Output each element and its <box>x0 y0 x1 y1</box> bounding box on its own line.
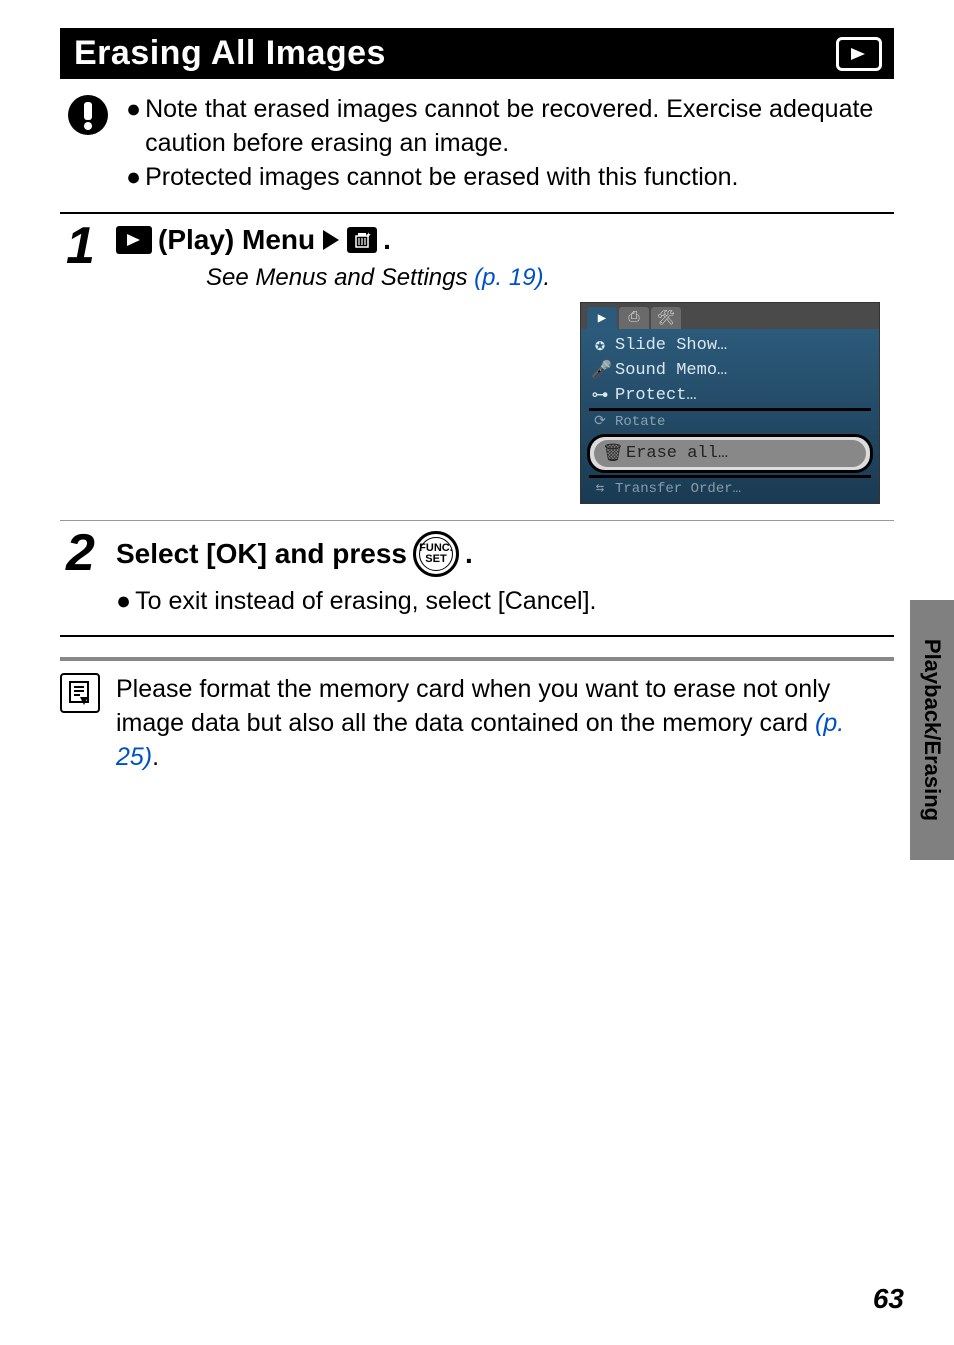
step-bullet: ● To exit instead of erasing, select [Ca… <box>116 585 890 619</box>
warning-text: Protected images cannot be erased with t… <box>145 161 738 195</box>
step-heading-suffix: . <box>383 224 391 256</box>
arrow-right-icon <box>323 230 339 250</box>
step-heading-text: (Play) Menu <box>158 224 315 256</box>
camera-menu-screenshot: ▶ ⎙ 🛠 ✪ Slide Show… 🎤 Sound Memo… ⊶ Protect… <box>580 302 880 504</box>
menu-tabs: ▶ ⎙ 🛠 <box>581 303 879 329</box>
bullet-icon: ● <box>126 161 141 195</box>
menu-item: 🎤 Sound Memo… <box>581 358 879 383</box>
slideshow-icon: ✪ <box>591 335 609 356</box>
page-number: 63 <box>873 1283 904 1315</box>
menu-item-label: Rotate <box>615 414 665 430</box>
erase-icon: 🗑 <box>602 443 620 464</box>
func-label-bottom: SET <box>425 554 446 565</box>
menu-item: ⟳ Rotate <box>581 411 879 432</box>
side-tab-label: Playback/Erasing <box>919 639 945 821</box>
note-text-a: Please format the memory card when you w… <box>116 675 830 737</box>
step-heading-suffix: . <box>465 538 473 570</box>
bullet-icon: ● <box>116 585 131 619</box>
func-set-button-icon: FUNC. SET <box>413 531 459 577</box>
warning-item: ● Protected images cannot be erased with… <box>126 161 894 195</box>
erase-all-icon: ✦ <box>347 227 377 253</box>
steps-table: 1 (Play) Menu ✦ <box>60 212 894 637</box>
menu-item: ✪ Slide Show… <box>581 333 879 358</box>
step-heading: (Play) Menu ✦ . <box>116 224 890 256</box>
menu-item-label: Transfer Order… <box>615 481 741 497</box>
warning-block: ● Note that erased images cannot be reco… <box>66 93 894 194</box>
menu-item-label: Erase all… <box>626 444 728 463</box>
transfer-icon: ⇆ <box>591 480 609 497</box>
warning-icon <box>66 93 110 137</box>
rotate-icon: ⟳ <box>591 413 609 430</box>
menu-item: ⊶ Protect… <box>581 383 879 408</box>
playback-mode-icon <box>836 37 882 71</box>
tab-tools-icon: 🛠 <box>651 307 681 329</box>
warning-item: ● Note that erased images cannot be reco… <box>126 93 894 161</box>
menu-item-label: Protect… <box>615 386 697 405</box>
menu-item: ⇆ Transfer Order… <box>581 478 879 499</box>
tab-play-icon: ▶ <box>587 307 617 329</box>
sound-memo-icon: 🎤 <box>591 360 609 381</box>
step-heading-text: Select [OK] and press <box>116 538 407 570</box>
warning-text: Note that erased images cannot be recove… <box>145 93 894 161</box>
section-title: Erasing All Images <box>74 34 386 73</box>
tab-print-icon: ⎙ <box>619 307 649 329</box>
note-block: Please format the memory card when you w… <box>60 657 894 774</box>
note-text-b: . <box>152 743 159 771</box>
step-subtext: See Menus and Settings (p. 19). <box>206 264 890 292</box>
page-ref-link[interactable]: (p. 19) <box>474 264 543 291</box>
play-menu-icon <box>116 226 152 254</box>
menu-item-highlighted: 🗑 Erase all… <box>587 434 873 473</box>
step-sub-suffix: . <box>544 264 551 291</box>
note-text: Please format the memory card when you w… <box>116 673 894 774</box>
menu-item-label: Slide Show… <box>615 336 727 355</box>
step-row: 1 (Play) Menu ✦ <box>60 214 894 520</box>
step-heading: Select [OK] and press FUNC. SET . <box>116 531 890 577</box>
step-bullet-text: To exit instead of erasing, select [Canc… <box>135 585 596 619</box>
step-number: 1 <box>60 214 116 520</box>
section-title-bar: Erasing All Images <box>60 28 894 79</box>
step-row: 2 Select [OK] and press FUNC. SET . ● To… <box>60 520 894 635</box>
bullet-icon: ● <box>126 93 141 161</box>
side-section-tab: Playback/Erasing <box>910 600 954 860</box>
step-sub-prefix: See Menus and Settings <box>206 264 474 291</box>
menu-item-label: Sound Memo… <box>615 361 727 380</box>
note-icon <box>60 673 100 713</box>
menu-list: ✪ Slide Show… 🎤 Sound Memo… ⊶ Protect… ⟳ Rot… <box>581 329 879 503</box>
svg-text:✦: ✦ <box>366 232 371 239</box>
protect-icon: ⊶ <box>591 385 609 406</box>
step-number: 2 <box>60 521 116 635</box>
